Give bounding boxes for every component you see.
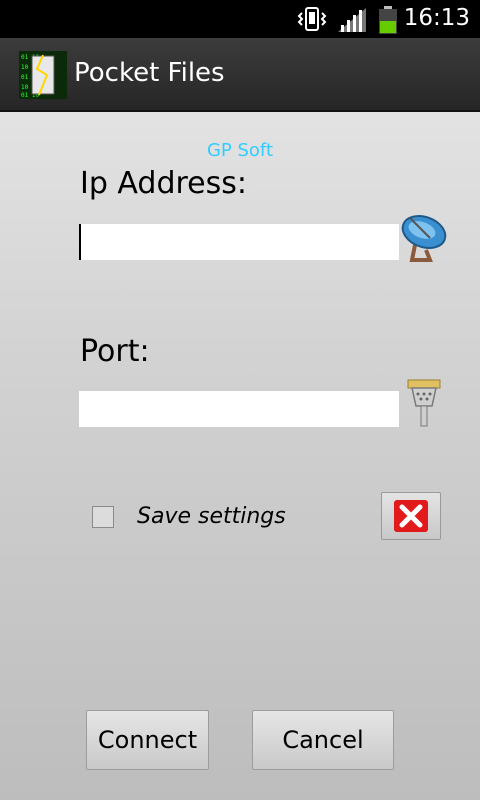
red-x-icon: [394, 500, 428, 532]
serial-connector-icon: [407, 379, 441, 427]
port-input[interactable]: [79, 391, 399, 427]
satellite-dish-icon: [401, 215, 447, 262]
save-settings-checkbox[interactable]: [92, 506, 114, 528]
action-bar: 01 10 10 01 01 10 10 01 01 10 Pocket Files: [0, 38, 480, 112]
app-icon: 01 1010 01 01 1010 01 01 10: [19, 51, 67, 99]
ip-address-label: Ip Address:: [80, 166, 248, 201]
signal-icon: [338, 8, 366, 32]
connect-button[interactable]: Connect: [86, 710, 209, 770]
cancel-button[interactable]: Cancel: [252, 710, 394, 770]
clock: 16:13: [403, 5, 470, 31]
vibrate-icon: [297, 7, 327, 31]
status-bar: 16:13: [0, 0, 480, 38]
save-settings-label[interactable]: Save settings: [137, 504, 286, 529]
battery-icon: [379, 6, 397, 34]
port-label: Port:: [80, 334, 150, 369]
ip-address-input[interactable]: [79, 224, 399, 260]
clear-button[interactable]: [381, 492, 441, 540]
app-title: Pocket Files: [74, 58, 225, 88]
brand-label: GP Soft: [206, 140, 274, 161]
